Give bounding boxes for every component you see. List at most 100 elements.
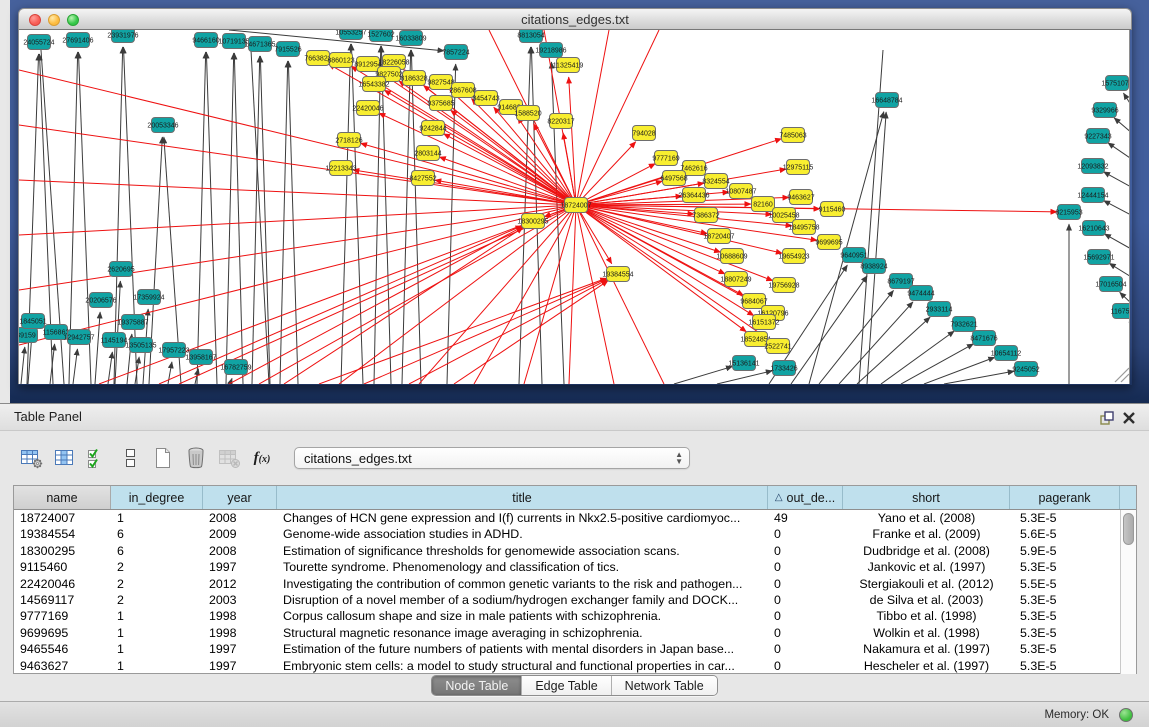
graph-node[interactable]: 13505135 bbox=[125, 338, 156, 353]
table-row[interactable]: 911546021997Tourette syndrome. Phenomeno… bbox=[14, 559, 1120, 575]
graph-node[interactable]: 9699695 bbox=[815, 235, 842, 250]
graph-node[interactable]: 2718126 bbox=[335, 133, 362, 148]
graph-node[interactable]: 1527602 bbox=[367, 30, 394, 42]
show-columns-icon[interactable] bbox=[51, 445, 77, 471]
graph-node[interactable]: 16210643 bbox=[1078, 221, 1109, 236]
graph-node[interactable]: 7915526 bbox=[274, 42, 301, 57]
graph-node[interactable]: 16543382 bbox=[358, 77, 389, 92]
vertical-scrollbar[interactable] bbox=[1120, 510, 1136, 674]
graph-node[interactable]: 17016504 bbox=[1095, 277, 1126, 292]
graph-node[interactable]: 12093832 bbox=[1077, 159, 1108, 174]
graph-node[interactable]: 19218986 bbox=[535, 43, 566, 58]
column-header-name[interactable]: name bbox=[14, 486, 111, 509]
graph-node[interactable]: 18724007 bbox=[560, 198, 591, 213]
tab-network-table[interactable]: Network Table bbox=[612, 676, 717, 695]
graph-node[interactable]: 19375887 bbox=[117, 315, 148, 330]
graph-node[interactable]: 9777169 bbox=[652, 151, 679, 166]
function-builder-icon[interactable]: f(x) bbox=[249, 445, 275, 471]
graph-node[interactable]: 9329966 bbox=[1091, 103, 1118, 118]
graph-node[interactable]: 9466160 bbox=[192, 33, 219, 48]
column-header-out_de[interactable]: △out_de... bbox=[768, 486, 843, 509]
float-window-icon[interactable] bbox=[1099, 410, 1115, 426]
graph-node[interactable]: 7485063 bbox=[779, 128, 806, 143]
graph-node[interactable]: 12213343 bbox=[325, 161, 356, 176]
graph-node[interactable]: 10553257 bbox=[335, 30, 366, 40]
column-header-title[interactable]: title bbox=[277, 486, 768, 509]
modify-table-icon[interactable] bbox=[18, 445, 44, 471]
graph-node[interactable]: 8938924 bbox=[860, 259, 887, 274]
graph-node[interactable]: 39159 bbox=[19, 328, 38, 343]
table-row[interactable]: 946554611997Estimation of the future num… bbox=[14, 641, 1120, 657]
graph-node[interactable]: 11325419 bbox=[553, 58, 584, 73]
graph-node[interactable]: 1588520 bbox=[514, 106, 541, 121]
graph-node[interactable]: 2933114 bbox=[926, 302, 953, 317]
resize-grip[interactable] bbox=[1115, 368, 1129, 382]
zoom-window-button[interactable] bbox=[67, 14, 79, 26]
graph-node[interactable]: 18720407 bbox=[703, 229, 734, 244]
graph-node[interactable]: 8454743 bbox=[472, 91, 499, 106]
table-row[interactable]: 946362711997Embryonic stem cells: a mode… bbox=[14, 658, 1120, 674]
tab-node-table[interactable]: Node Table bbox=[432, 676, 522, 695]
graph-node[interactable]: 82160 bbox=[752, 197, 775, 212]
network-window[interactable]: citations_edges.txt 18724007183002951938… bbox=[18, 8, 1132, 385]
delete-table-icon[interactable] bbox=[216, 445, 242, 471]
graph-node[interactable]: 10654112 bbox=[991, 346, 1022, 361]
graph-node[interactable]: 18300295 bbox=[517, 214, 548, 229]
table-row[interactable]: 1938455462009Genome-wide association stu… bbox=[14, 526, 1120, 542]
column-header-year[interactable]: year bbox=[203, 486, 277, 509]
graph-node[interactable]: 8813054 bbox=[517, 30, 544, 43]
table-row[interactable]: 969969511998Structural magnetic resonanc… bbox=[14, 625, 1120, 641]
graph-node[interactable]: 8215953 bbox=[1055, 205, 1082, 220]
table-selector-dropdown[interactable]: citations_edges.txt ▲▼ bbox=[294, 447, 690, 469]
table-row[interactable]: 1872400712008Changes of HCN gene express… bbox=[14, 510, 1120, 526]
graph-node[interactable]: 9115460 bbox=[819, 202, 846, 217]
select-rows-icon[interactable] bbox=[84, 445, 110, 471]
graph-node[interactable]: 8186328 bbox=[400, 71, 427, 86]
graph-node[interactable]: 10807487 bbox=[725, 184, 756, 199]
graph-node[interactable]: 12942757 bbox=[63, 330, 94, 345]
graph-node[interactable]: 8427552 bbox=[409, 171, 436, 186]
graph-node[interactable]: 7386372 bbox=[692, 208, 719, 223]
graph-node[interactable]: 16648784 bbox=[871, 93, 902, 108]
graph-node[interactable]: 20206576 bbox=[85, 293, 116, 308]
table-row[interactable]: 2242004622012Investigating the contribut… bbox=[14, 576, 1120, 592]
graph-node[interactable]: 27691406 bbox=[62, 33, 93, 48]
graph-node[interactable]: 1167533 bbox=[1111, 304, 1130, 319]
graph-node[interactable]: 1145194 bbox=[101, 333, 128, 348]
graph-node[interactable]: 9463627 bbox=[787, 190, 814, 205]
tab-edge-table[interactable]: Edge Table bbox=[522, 676, 611, 695]
graph-node[interactable]: 16782759 bbox=[220, 360, 251, 375]
graph-node[interactable]: 2803144 bbox=[414, 146, 441, 161]
new-table-icon[interactable] bbox=[150, 445, 176, 471]
graph-node[interactable]: 20053346 bbox=[147, 118, 178, 133]
table-row[interactable]: 1456911722003Disruption of a novel membe… bbox=[14, 592, 1120, 608]
graph-node[interactable]: 23931976 bbox=[107, 30, 138, 43]
column-header-short[interactable]: short bbox=[843, 486, 1010, 509]
graph-node[interactable]: 9242844 bbox=[419, 121, 446, 136]
graph-node[interactable]: 15136141 bbox=[728, 356, 759, 371]
graph-node[interactable]: 794028 bbox=[632, 126, 655, 141]
graph-node[interactable]: 26364436 bbox=[678, 188, 709, 203]
delete-entries-icon[interactable] bbox=[183, 445, 209, 471]
close-window-button[interactable] bbox=[29, 14, 41, 26]
graph-node[interactable]: 2620695 bbox=[107, 262, 134, 277]
graph-node[interactable]: 24055724 bbox=[23, 35, 54, 50]
graph-node[interactable]: 8860123 bbox=[327, 53, 354, 68]
table-row[interactable]: 1830029562008Estimation of significance … bbox=[14, 543, 1120, 559]
graph-node[interactable]: 6497568 bbox=[660, 171, 687, 186]
graph-node[interactable]: 7932621 bbox=[950, 317, 977, 332]
graph-node[interactable]: 8471676 bbox=[970, 331, 997, 346]
graph-node[interactable]: 15751074 bbox=[1101, 76, 1130, 91]
graph-node[interactable]: 8324554 bbox=[702, 174, 729, 189]
graph-node[interactable]: 16033809 bbox=[395, 31, 426, 46]
graph-node[interactable]: 1845051 bbox=[19, 314, 46, 329]
graph-node[interactable]: 9227343 bbox=[1084, 129, 1111, 144]
column-header-in_degree[interactable]: in_degree bbox=[111, 486, 203, 509]
network-window-titlebar[interactable]: citations_edges.txt bbox=[18, 8, 1132, 30]
minimize-window-button[interactable] bbox=[48, 14, 60, 26]
column-header-pagerank[interactable]: pagerank bbox=[1010, 486, 1120, 509]
graph-node[interactable]: 18807249 bbox=[720, 272, 751, 287]
graph-node[interactable]: 7857224 bbox=[442, 45, 469, 60]
graph-node[interactable]: 18495758 bbox=[788, 220, 819, 235]
graph-node[interactable]: 17359924 bbox=[133, 290, 164, 305]
